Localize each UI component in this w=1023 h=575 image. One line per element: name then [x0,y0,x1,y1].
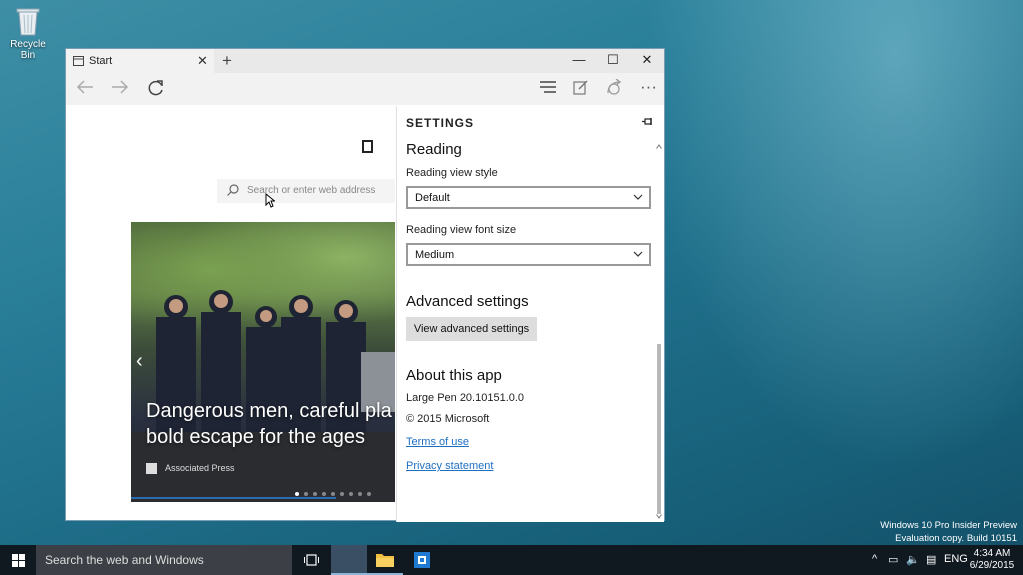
edge-window: Start ✕ + — ☐ ✕ ··· Search or enter web … [65,48,665,522]
carousel-dot[interactable] [331,492,335,496]
browser-toolbar: ··· [66,73,664,105]
notifications-icon[interactable]: ▤ [926,553,936,566]
show-hidden-icons-icon[interactable]: ^ [872,553,877,565]
taskbar-store-button[interactable] [404,545,440,575]
hub-icon[interactable] [539,79,557,99]
hero-progress-bar [131,497,336,499]
task-view-icon [304,554,319,566]
forward-icon[interactable] [111,79,129,100]
store-icon [414,552,430,568]
settings-scrollbar[interactable] [656,144,662,519]
carousel-dot[interactable] [295,492,299,496]
taskbar: Search the web and Windows ^ ▭ 🔈 ▤ ENG 4… [0,545,1023,575]
carousel-dot[interactable] [358,492,362,496]
maximize-icon[interactable]: ☐ [598,52,628,68]
new-tab-icon[interactable]: + [222,51,232,71]
scroll-up-icon[interactable] [656,144,662,149]
recycle-bin-icon [16,6,40,36]
carousel-dot[interactable] [304,492,308,496]
recycle-bin-label: Recycle Bin [10,39,46,61]
reading-view-style-dropdown[interactable]: Default [406,186,651,209]
app-version: Large Pen 20.10151.0.0 [406,392,525,404]
windows-logo-icon [12,554,25,567]
terms-of-use-link[interactable]: Terms of use [406,436,469,448]
news-hero[interactable]: ‹ Dangerous men, careful pla bold escape… [131,222,395,502]
reading-view-font-size-label: Reading view font size [406,224,517,236]
tab-start[interactable]: Start ✕ [66,49,214,73]
refresh-icon[interactable] [147,79,165,102]
advanced-settings-title: Advanced settings [406,293,529,310]
search-icon [227,184,239,199]
language-indicator[interactable]: ENG [944,553,968,565]
share-icon[interactable] [606,78,623,100]
settings-header: SETTINGS [406,116,475,130]
taskbar-edge-button[interactable] [331,545,367,575]
pin-icon[interactable] [642,114,654,132]
about-section-title: About this app [406,367,502,384]
hero-source: Associated Press [146,463,235,475]
minimize-icon[interactable]: — [564,52,594,67]
previous-story-icon[interactable]: ‹ [136,350,143,373]
folder-icon [376,554,394,567]
scroll-down-icon[interactable] [656,514,662,519]
page-icon [73,56,84,69]
recycle-bin[interactable]: Recycle Bin [4,6,52,61]
carousel-dot[interactable] [349,492,353,496]
close-tab-icon[interactable]: ✕ [197,53,208,69]
web-note-icon[interactable] [573,79,589,100]
reading-section-title: Reading [406,141,462,158]
title-bar: Start ✕ + — ☐ ✕ [66,49,664,73]
reading-view-font-size-dropdown[interactable]: Medium [406,243,651,266]
mouse-cursor-icon [265,192,276,213]
taskbar-file-explorer-button[interactable] [367,545,403,575]
scrollbar-thumb[interactable] [657,344,661,514]
taskbar-search-placeholder: Search the web and Windows [45,553,204,567]
ad-placeholder-icon [362,140,373,153]
privacy-statement-link[interactable]: Privacy statement [406,460,493,472]
start-button[interactable] [0,545,36,575]
carousel-dot[interactable] [367,492,371,496]
more-icon[interactable]: ··· [640,77,657,97]
carousel-dot[interactable] [340,492,344,496]
chevron-down-icon [633,192,643,204]
chevron-down-icon [633,249,643,261]
back-icon[interactable] [76,79,94,100]
close-window-icon[interactable]: ✕ [632,52,662,68]
reading-view-font-size-value: Medium [415,249,455,261]
network-icon[interactable]: ▭ [888,553,898,566]
reading-view-style-label: Reading view style [406,167,498,179]
carousel-dot[interactable] [322,492,326,496]
volume-icon[interactable]: 🔈 [906,553,920,566]
clock[interactable]: 4:34 AM 6/29/2015 [966,548,1018,572]
reading-view-style-value: Default [415,192,450,204]
search-input[interactable]: Search or enter web address [217,179,395,203]
taskbar-search-input[interactable]: Search the web and Windows [36,545,292,575]
view-advanced-settings-button[interactable]: View advanced settings [406,317,537,341]
date: 6/29/2015 [969,560,1015,571]
copyright: © 2015 Microsoft [406,413,490,425]
task-view-button[interactable] [293,545,329,575]
settings-pane: SETTINGS Reading Reading view style Defa… [396,106,664,522]
build-watermark: Windows 10 Pro Insider Preview Evaluatio… [880,520,1017,544]
time: 4:34 AM [973,548,1011,559]
tab-title: Start [89,55,113,67]
source-logo-icon [146,463,157,475]
hero-headline[interactable]: Dangerous men, careful pla bold escape f… [146,398,395,450]
carousel-dot[interactable] [313,492,317,496]
